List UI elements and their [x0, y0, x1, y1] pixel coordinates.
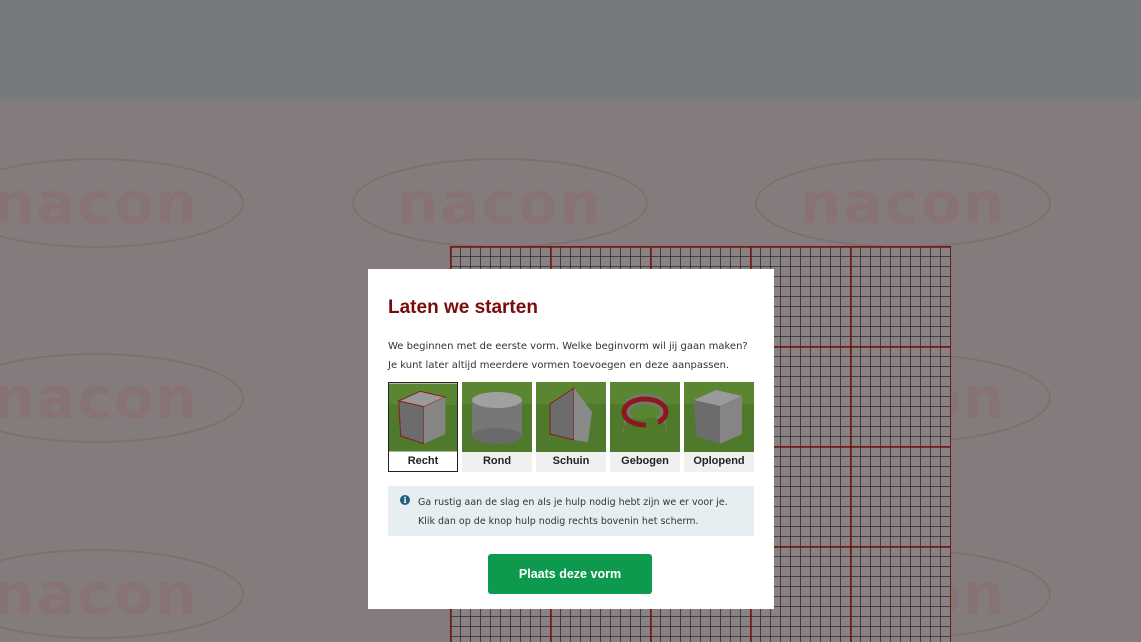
shape-option-rond[interactable]: Rond [462, 382, 532, 472]
shape-label: Gebogen [621, 455, 669, 467]
cylinder-shape-icon [462, 382, 532, 452]
shape-option-schuin[interactable]: Schuin [536, 382, 606, 472]
shape-label: Schuin [552, 455, 590, 467]
watermark-logo: nacon [0, 549, 244, 639]
shape-option-recht[interactable]: Recht [388, 382, 458, 472]
info-text-line-2: Klik dan op de knop hulp nodig rechts bo… [418, 516, 699, 527]
start-dialog: Laten we starten We beginnen met de eers… [368, 269, 774, 609]
shape-label: Oplopend [693, 455, 745, 467]
dialog-description: We beginnen met de eerste vorm. Welke be… [388, 341, 748, 371]
slanted-shape-icon [536, 382, 606, 452]
help-info-box: i Ga rustig aan de slag en als je hulp n… [388, 486, 754, 536]
watermark-logo: nacon [0, 158, 244, 248]
shape-label: Rond [482, 455, 512, 467]
place-shape-button[interactable]: Plaats deze vorm [488, 554, 652, 594]
shape-option-oplopend[interactable]: Oplopend [684, 382, 754, 472]
watermark-logo: nacon [755, 158, 1051, 248]
info-icon: i [400, 495, 410, 505]
dialog-title: Laten we starten [388, 297, 538, 318]
top-bar [0, 0, 1141, 99]
curved-shape-icon [610, 382, 680, 452]
info-text-line-1: Ga rustig aan de slag en als je hulp nod… [418, 497, 728, 508]
ascending-shape-icon [684, 382, 754, 452]
shape-option-gebogen[interactable]: Gebogen [610, 382, 680, 472]
watermark-logo: nacon [352, 158, 648, 248]
cube-shape-icon [389, 383, 457, 452]
shape-options: Recht Rond Schuin Gebogen Oplopend [388, 382, 754, 472]
shape-label: Recht [407, 455, 439, 467]
watermark-logo: nacon [0, 353, 244, 443]
